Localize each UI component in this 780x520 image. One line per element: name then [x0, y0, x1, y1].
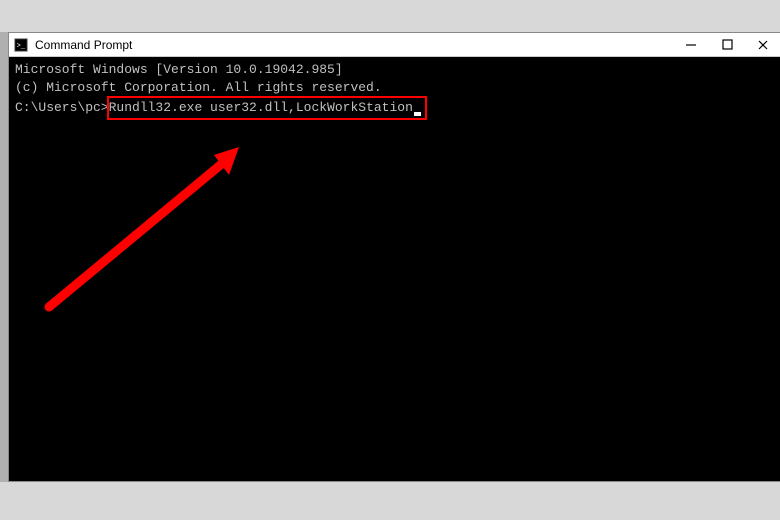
terminal-output-line: (c) Microsoft Corporation. All rights re…: [15, 79, 776, 97]
background-bottom: [0, 482, 780, 520]
background-top: [0, 0, 780, 32]
titlebar[interactable]: >_ Command Prompt: [9, 33, 780, 57]
command-prompt-window: >_ Command Prompt Microsoft Windows [Ver…: [8, 32, 780, 482]
window-title: Command Prompt: [35, 38, 682, 52]
maximize-button[interactable]: [718, 36, 736, 54]
terminal-output-line: Microsoft Windows [Version 10.0.19042.98…: [15, 61, 776, 79]
terminal-cursor: [414, 112, 421, 116]
terminal-body[interactable]: Microsoft Windows [Version 10.0.19042.98…: [9, 57, 780, 481]
svg-text:>_: >_: [17, 42, 26, 50]
cmd-icon: >_: [13, 37, 29, 53]
annotation-arrow-icon: [29, 147, 259, 317]
minimize-button[interactable]: [682, 36, 700, 54]
terminal-prompt: C:\Users\pc>: [15, 100, 109, 115]
titlebar-controls: [682, 36, 778, 54]
close-button[interactable]: [754, 36, 772, 54]
terminal-prompt-line: C:\Users\pc>Rundll32.exe user32.dll,Lock…: [15, 96, 427, 120]
command-highlight-box: Rundll32.exe user32.dll,LockWorkStation: [107, 96, 427, 120]
terminal-command: Rundll32.exe user32.dll,LockWorkStation: [109, 100, 413, 115]
